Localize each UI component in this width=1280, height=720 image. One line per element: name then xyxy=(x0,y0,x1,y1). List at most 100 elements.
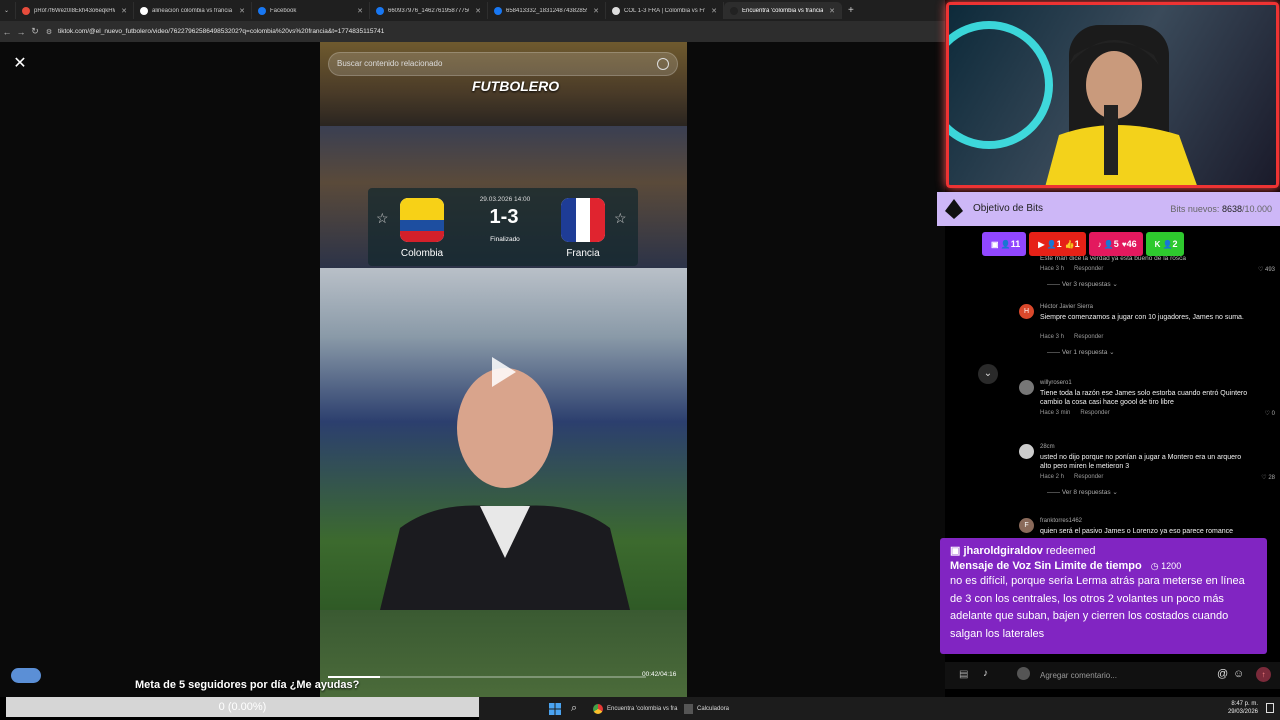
commenter-avatar[interactable] xyxy=(1019,444,1034,459)
match-score: 1-3 xyxy=(489,206,519,228)
comment-like-button[interactable]: ♡ 493 xyxy=(1258,266,1275,273)
commenter-avatar[interactable]: F xyxy=(1019,518,1034,533)
webcam-feed xyxy=(946,2,1279,188)
commenter-name[interactable]: franktorres1462 xyxy=(1040,518,1082,524)
notification-icon[interactable] xyxy=(1266,703,1274,713)
redeem-user: jharoldgiraldov xyxy=(963,545,1043,557)
tab-close-icon[interactable]: ✕ xyxy=(475,7,481,15)
logo-text: FUTBOLERO xyxy=(472,78,560,94)
taskbar: ⌕ Encuentra 'colombia vs fra Calculadora… xyxy=(479,697,1280,720)
video-player[interactable]: Buscar contenido relacionado FUTBOLERO ☆… xyxy=(320,42,687,697)
back-icon[interactable]: ← xyxy=(0,27,14,37)
match-status: Finalizado xyxy=(490,236,520,243)
comment-input[interactable]: Agregar comentario... xyxy=(1040,666,1220,685)
tab-close-icon[interactable]: ✕ xyxy=(239,7,245,15)
view-replies-label: Ver 1 respuesta xyxy=(1061,349,1108,356)
view-replies-label: Ver 3 respuestas xyxy=(1061,281,1111,288)
reply-button[interactable]: Responder xyxy=(1074,334,1103,340)
tab-favicon-icon xyxy=(22,6,30,15)
bits-goal-value: Bits nuevos: 8638/10.000 xyxy=(1170,204,1272,214)
url-text[interactable]: tiktok.com/@el_nuevo_futbolero/video/762… xyxy=(58,28,384,35)
favorite-home-icon[interactable]: ☆ xyxy=(376,210,389,227)
tab-close-icon[interactable]: ✕ xyxy=(121,7,127,15)
like-icon: 👍 xyxy=(1064,239,1075,249)
viewer-count: 46 xyxy=(1126,239,1137,249)
tiktok-icon: ♪ 👤 xyxy=(1097,239,1114,249)
search-icon[interactable] xyxy=(657,58,669,70)
forward-icon[interactable]: → xyxy=(14,27,28,37)
tab-close-icon[interactable]: ✕ xyxy=(829,7,835,15)
search-input[interactable]: Buscar contenido relacionado xyxy=(328,52,678,76)
browser-tab[interactable]: 658413332_1831248743828590 ✕ xyxy=(488,2,606,19)
tab-close-icon[interactable]: ✕ xyxy=(711,7,717,15)
tab-favicon-icon xyxy=(730,6,738,15)
redeem-cost-value: 1200 xyxy=(1161,561,1182,571)
view-replies-button[interactable]: —— Ver 8 respuestas ⌄ xyxy=(1047,488,1118,496)
commenter-name[interactable]: Héctor Javier Sierra xyxy=(1040,304,1093,310)
away-team-name: Francia xyxy=(566,248,600,259)
viewer-count: 2 xyxy=(1172,239,1178,249)
volume-icon[interactable]: ♪ xyxy=(983,668,988,679)
comment-bar: ▤ ♪ Agregar comentario... @ ☺ ↑ xyxy=(945,662,1280,689)
commenter-name[interactable]: willyrosero1 xyxy=(1040,380,1072,386)
caption-icon[interactable]: ▤ xyxy=(959,669,968,680)
tab-menu-icon[interactable]: ⌄ xyxy=(0,2,16,19)
redeem-cost: ◷ 1200 xyxy=(1151,561,1181,571)
browser-tab[interactable]: Encuentra 'colombia vs francia' ✕ xyxy=(724,2,842,19)
favorite-away-icon[interactable]: ☆ xyxy=(614,210,627,227)
comment-text: quien será el pasivo James o Lorenzo ya … xyxy=(1040,528,1233,535)
browser-tab[interactable]: 660937976_1462761958777563 ✕ xyxy=(370,2,488,19)
viewer-counter: K 👤 2 xyxy=(1145,232,1184,256)
heart-icon: ♡ xyxy=(1257,267,1265,273)
tab-favicon-icon xyxy=(140,6,148,15)
tab-favicon-icon xyxy=(494,6,502,15)
tab-favicon-icon xyxy=(612,6,620,15)
comment-meta: Hace 3 h Responder xyxy=(1040,266,1103,272)
site-info-icon[interactable]: ⚙ xyxy=(42,28,56,36)
bits-prefix: Bits nuevos: xyxy=(1170,204,1220,214)
close-icon[interactable]: ✕ xyxy=(10,54,30,74)
tab-label: alineacion colombia vs francia xyxy=(152,7,233,14)
bits-goal-label: Objetivo de Bits xyxy=(973,203,1044,214)
view-replies-button[interactable]: —— Ver 1 respuesta ⌄ xyxy=(1047,348,1115,356)
system-clock[interactable]: 8:47 p. m. 29/03/2026 xyxy=(1228,700,1258,716)
play-icon[interactable] xyxy=(492,357,516,387)
emoji-icon[interactable]: ☺ xyxy=(1233,668,1244,680)
comment-text: Siempre comenzamos a jugar con 10 jugado… xyxy=(1040,314,1244,321)
reload-icon[interactable]: ↻ xyxy=(28,26,42,37)
commenter-avatar[interactable]: H xyxy=(1019,304,1034,319)
taskbar-calculator[interactable]: Calculadora xyxy=(684,701,729,716)
tab-close-icon[interactable]: ✕ xyxy=(593,7,599,15)
like-count: 28 xyxy=(1268,475,1275,481)
browser-tab[interactable]: COL 1-3 FRA | Colombia vs Fra ✕ xyxy=(606,2,724,19)
replies-divider: —— xyxy=(1047,281,1062,288)
browser-tab[interactable]: Facebook ✕ xyxy=(252,2,370,19)
send-icon[interactable]: ↑ xyxy=(1256,667,1271,682)
taskbar-chrome[interactable]: Encuentra 'colombia vs fra xyxy=(593,701,678,716)
video-progress-bar[interactable] xyxy=(328,676,646,678)
mention-icon[interactable]: @ xyxy=(1217,668,1228,680)
viewer-count: 1 xyxy=(1074,239,1080,249)
redeem-user-line: ▣ jharoldgiraldov redeemed xyxy=(950,544,1257,557)
tab-close-icon[interactable]: ✕ xyxy=(357,7,363,15)
windows-start-icon[interactable] xyxy=(549,701,561,716)
reply-button[interactable]: Responder xyxy=(1074,266,1103,272)
colombia-flag-icon xyxy=(400,198,444,242)
reply-button[interactable]: Responder xyxy=(1080,410,1109,416)
view-replies-button[interactable]: —— Ver 3 respuestas ⌄ xyxy=(1047,280,1118,288)
comment-like-button[interactable]: ♡ 0 xyxy=(1265,410,1275,417)
replies-divider: —— xyxy=(1047,489,1062,496)
commenter-avatar[interactable] xyxy=(1019,380,1034,395)
tab-label: COL 1-3 FRA | Colombia vs Fra xyxy=(624,7,706,14)
commenter-name[interactable]: 28cm xyxy=(1040,444,1055,450)
twitch-icon: ▣ xyxy=(950,545,961,557)
tiktok-page: ✕ Buscar contenido relacionado FUTBOLERO… xyxy=(0,42,998,697)
tab-label: 658413332_1831248743828590 xyxy=(506,7,588,14)
taskbar-search-icon[interactable]: ⌕ xyxy=(571,701,577,716)
browser-tab[interactable]: alineacion colombia vs francia ✕ xyxy=(134,2,252,19)
reply-button[interactable]: Responder xyxy=(1074,474,1103,480)
browser-tab[interactable]: pRof7f6Wez0l8Ekh43o6eqkHW ✕ xyxy=(16,2,134,19)
new-tab-icon[interactable]: + xyxy=(842,2,860,19)
comment-like-button[interactable]: ♡ 28 xyxy=(1261,474,1275,481)
chevron-down-icon[interactable]: ⌄ xyxy=(978,364,998,384)
